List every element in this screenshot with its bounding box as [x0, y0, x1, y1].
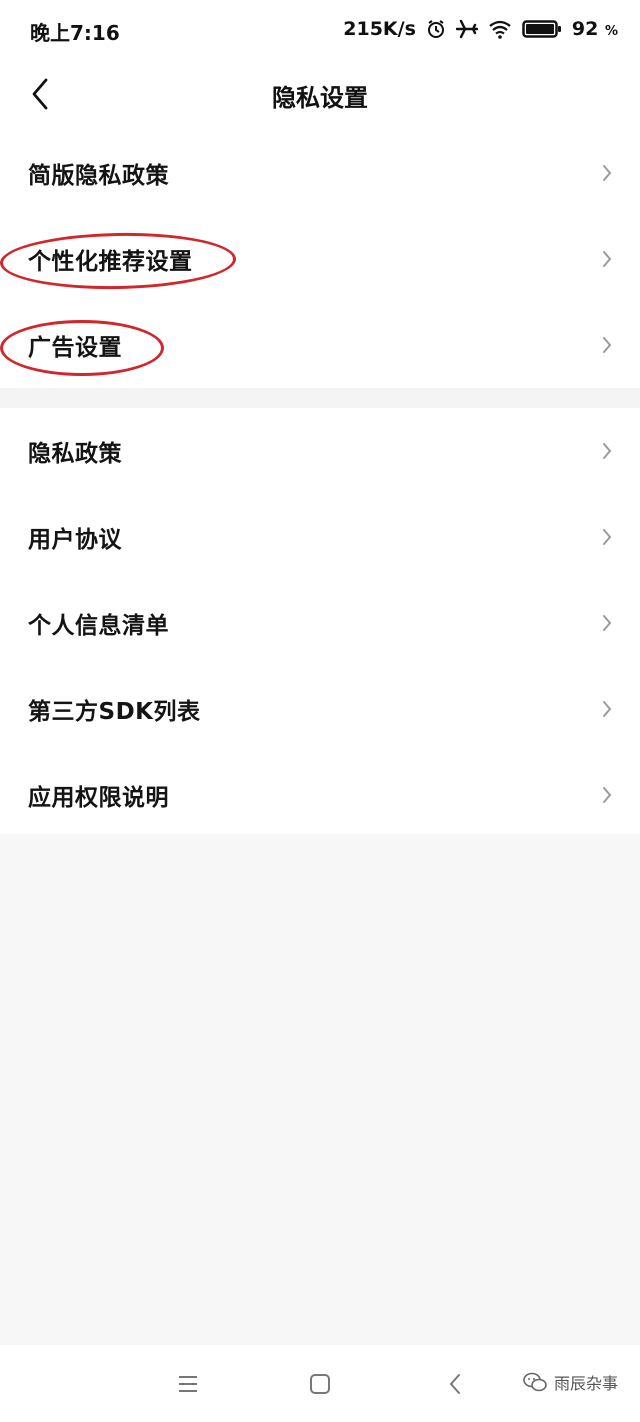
- chevron-right-icon: [600, 163, 614, 183]
- chevron-right-icon: [600, 613, 614, 633]
- wifi-icon: [488, 19, 512, 39]
- menu-item-label: 个性化推荐设置: [28, 249, 193, 275]
- menu-item-privacy-policy[interactable]: 隐私政策: [0, 408, 640, 494]
- menu-item-user-agreement[interactable]: 用户协议: [0, 494, 640, 580]
- menu-item-label: 第三方SDK列表: [28, 699, 201, 725]
- menu-item-third-party-sdk-list[interactable]: 第三方SDK列表: [0, 666, 640, 752]
- system-nav-bar: 雨辰杂事: [0, 1345, 640, 1422]
- section-divider: [0, 388, 640, 408]
- chevron-right-icon: [600, 335, 614, 355]
- back-arrow-icon: [449, 1374, 460, 1394]
- battery-percent: 92 %: [571, 18, 618, 40]
- settings-group-1: 简版隐私政策 个性化推荐设置 广告设置: [0, 130, 640, 388]
- menu-item-simple-privacy-policy[interactable]: 简版隐私政策: [0, 130, 640, 216]
- settings-group-2: 隐私政策 用户协议 个人信息清单 第三方SDK列表 应用权限说明: [0, 408, 640, 834]
- wechat-icon: [523, 1372, 547, 1392]
- menu-item-personalized-recommendation[interactable]: 个性化推荐设置: [0, 216, 640, 302]
- page-title: 隐私设置: [272, 84, 368, 112]
- menu-item-personal-info-list[interactable]: 个人信息清单: [0, 580, 640, 666]
- home-button[interactable]: [305, 1369, 335, 1399]
- chevron-right-icon: [600, 785, 614, 805]
- watermark: 雨辰杂事: [522, 1370, 618, 1394]
- nav-back-button[interactable]: [440, 1369, 470, 1399]
- top-bar: 隐私设置: [0, 58, 640, 130]
- chevron-right-icon: [600, 441, 614, 461]
- menu-item-label: 广告设置: [28, 335, 122, 361]
- menu-item-label: 个人信息清单: [28, 613, 169, 639]
- alarm-icon: [426, 19, 446, 39]
- airplane-icon: [455, 19, 478, 39]
- menu-item-ad-settings[interactable]: 广告设置: [0, 302, 640, 388]
- status-icons: 215K/s 92 %: [343, 15, 618, 43]
- square-icon: [310, 1374, 330, 1394]
- menu-item-label: 简版隐私政策: [28, 163, 169, 189]
- chevron-right-icon: [600, 527, 614, 547]
- status-bar: 晚上7:16 215K/s 92 %: [0, 0, 640, 58]
- recent-apps-button[interactable]: [173, 1369, 203, 1399]
- net-speed: 215K/s: [343, 18, 416, 40]
- menu-icon: [179, 1376, 197, 1392]
- menu-item-app-permissions[interactable]: 应用权限说明: [0, 752, 640, 838]
- chevron-right-icon: [600, 699, 614, 719]
- status-time: 晚上7:16: [30, 21, 120, 45]
- menu-item-label: 隐私政策: [28, 441, 122, 467]
- menu-item-label: 应用权限说明: [28, 785, 169, 811]
- chevron-right-icon: [600, 249, 614, 269]
- menu-item-label: 用户协议: [28, 527, 122, 553]
- watermark-text: 雨辰杂事: [553, 1374, 618, 1393]
- battery-icon: [522, 19, 562, 39]
